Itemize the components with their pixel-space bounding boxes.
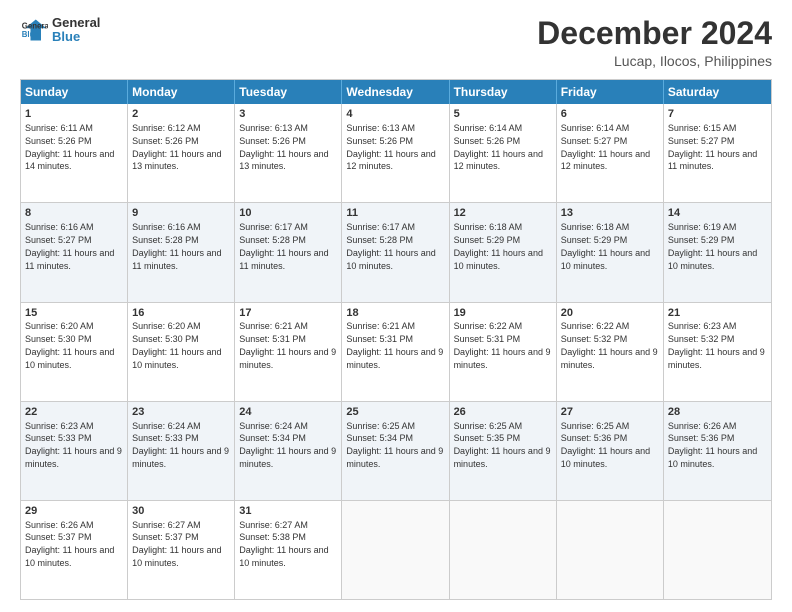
table-row: 9 Sunrise: 6:16 AM Sunset: 5:28 PM Dayli… [128, 203, 235, 301]
logo-text-general: General [52, 16, 100, 30]
col-friday: Friday [557, 80, 664, 104]
table-row: 23 Sunrise: 6:24 AM Sunset: 5:33 PM Dayl… [128, 402, 235, 500]
table-row: 4 Sunrise: 6:13 AM Sunset: 5:26 PM Dayli… [342, 104, 449, 202]
table-row: 25 Sunrise: 6:25 AM Sunset: 5:34 PM Dayl… [342, 402, 449, 500]
table-row: 22 Sunrise: 6:23 AM Sunset: 5:33 PM Dayl… [21, 402, 128, 500]
table-row: 1 Sunrise: 6:11 AM Sunset: 5:26 PM Dayli… [21, 104, 128, 202]
col-thursday: Thursday [450, 80, 557, 104]
logo-icon: General Blue [20, 16, 48, 44]
table-row: 29 Sunrise: 6:26 AM Sunset: 5:37 PM Dayl… [21, 501, 128, 599]
calendar-header: Sunday Monday Tuesday Wednesday Thursday… [21, 80, 771, 104]
table-row: 8 Sunrise: 6:16 AM Sunset: 5:27 PM Dayli… [21, 203, 128, 301]
table-row: 31 Sunrise: 6:27 AM Sunset: 5:38 PM Dayl… [235, 501, 342, 599]
title-block: December 2024 Lucap, Ilocos, Philippines [537, 16, 772, 69]
week-2: 8 Sunrise: 6:16 AM Sunset: 5:27 PM Dayli… [21, 202, 771, 301]
table-row: 11 Sunrise: 6:17 AM Sunset: 5:28 PM Dayl… [342, 203, 449, 301]
week-4: 22 Sunrise: 6:23 AM Sunset: 5:33 PM Dayl… [21, 401, 771, 500]
header: General Blue General Blue December 2024 … [20, 16, 772, 69]
week-5: 29 Sunrise: 6:26 AM Sunset: 5:37 PM Dayl… [21, 500, 771, 599]
table-row [342, 501, 449, 599]
table-row [664, 501, 771, 599]
week-1: 1 Sunrise: 6:11 AM Sunset: 5:26 PM Dayli… [21, 104, 771, 202]
week-3: 15 Sunrise: 6:20 AM Sunset: 5:30 PM Dayl… [21, 302, 771, 401]
table-row [450, 501, 557, 599]
table-row: 21 Sunrise: 6:23 AM Sunset: 5:32 PM Dayl… [664, 303, 771, 401]
col-sunday: Sunday [21, 80, 128, 104]
svg-text:Blue: Blue [22, 30, 40, 39]
month-title: December 2024 [537, 16, 772, 51]
table-row: 13 Sunrise: 6:18 AM Sunset: 5:29 PM Dayl… [557, 203, 664, 301]
table-row: 2 Sunrise: 6:12 AM Sunset: 5:26 PM Dayli… [128, 104, 235, 202]
table-row: 26 Sunrise: 6:25 AM Sunset: 5:35 PM Dayl… [450, 402, 557, 500]
table-row: 17 Sunrise: 6:21 AM Sunset: 5:31 PM Dayl… [235, 303, 342, 401]
col-wednesday: Wednesday [342, 80, 449, 104]
calendar: Sunday Monday Tuesday Wednesday Thursday… [20, 79, 772, 600]
logo-text-blue: Blue [52, 30, 100, 44]
location-title: Lucap, Ilocos, Philippines [537, 53, 772, 69]
table-row: 3 Sunrise: 6:13 AM Sunset: 5:26 PM Dayli… [235, 104, 342, 202]
logo: General Blue General Blue [20, 16, 100, 45]
table-row: 20 Sunrise: 6:22 AM Sunset: 5:32 PM Dayl… [557, 303, 664, 401]
table-row: 16 Sunrise: 6:20 AM Sunset: 5:30 PM Dayl… [128, 303, 235, 401]
table-row [557, 501, 664, 599]
table-row: 27 Sunrise: 6:25 AM Sunset: 5:36 PM Dayl… [557, 402, 664, 500]
col-tuesday: Tuesday [235, 80, 342, 104]
calendar-body: 1 Sunrise: 6:11 AM Sunset: 5:26 PM Dayli… [21, 104, 771, 599]
table-row: 18 Sunrise: 6:21 AM Sunset: 5:31 PM Dayl… [342, 303, 449, 401]
table-row: 30 Sunrise: 6:27 AM Sunset: 5:37 PM Dayl… [128, 501, 235, 599]
table-row: 28 Sunrise: 6:26 AM Sunset: 5:36 PM Dayl… [664, 402, 771, 500]
table-row: 10 Sunrise: 6:17 AM Sunset: 5:28 PM Dayl… [235, 203, 342, 301]
table-row: 6 Sunrise: 6:14 AM Sunset: 5:27 PM Dayli… [557, 104, 664, 202]
page: General Blue General Blue December 2024 … [0, 0, 792, 612]
table-row: 19 Sunrise: 6:22 AM Sunset: 5:31 PM Dayl… [450, 303, 557, 401]
table-row: 14 Sunrise: 6:19 AM Sunset: 5:29 PM Dayl… [664, 203, 771, 301]
col-monday: Monday [128, 80, 235, 104]
table-row: 5 Sunrise: 6:14 AM Sunset: 5:26 PM Dayli… [450, 104, 557, 202]
table-row: 7 Sunrise: 6:15 AM Sunset: 5:27 PM Dayli… [664, 104, 771, 202]
svg-text:General: General [22, 22, 48, 31]
table-row: 24 Sunrise: 6:24 AM Sunset: 5:34 PM Dayl… [235, 402, 342, 500]
table-row: 12 Sunrise: 6:18 AM Sunset: 5:29 PM Dayl… [450, 203, 557, 301]
table-row: 15 Sunrise: 6:20 AM Sunset: 5:30 PM Dayl… [21, 303, 128, 401]
col-saturday: Saturday [664, 80, 771, 104]
